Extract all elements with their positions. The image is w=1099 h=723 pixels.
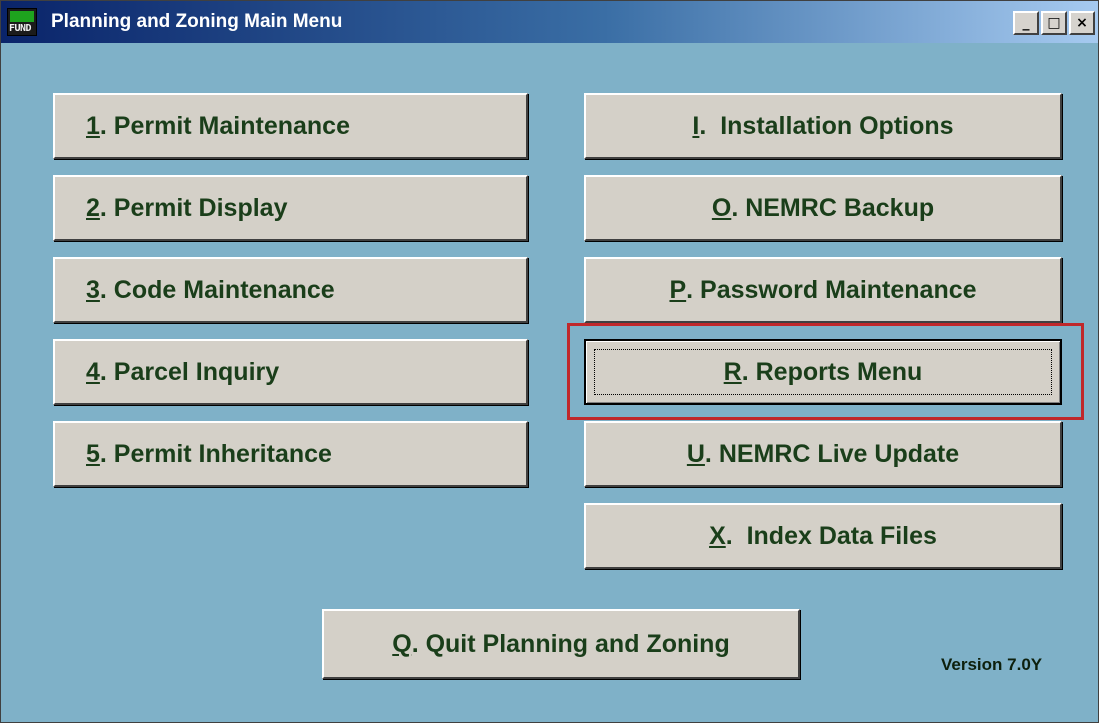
- button-label: . Password Maintenance: [686, 275, 977, 304]
- permit-display-button[interactable]: 2. Permit Display: [53, 175, 528, 241]
- app-icon-label: FUND: [9, 23, 32, 34]
- hotkey: I: [692, 111, 700, 140]
- installation-options-button[interactable]: I. Installation Options: [584, 93, 1062, 159]
- main-window: FUND Planning and Zoning Main Menu _ □ ×…: [0, 0, 1099, 723]
- button-label: . Quit Planning and Zoning: [411, 629, 730, 658]
- button-label: . Permit Display: [99, 193, 288, 222]
- code-maintenance-button[interactable]: 3. Code Maintenance: [53, 257, 528, 323]
- app-icon[interactable]: FUND: [7, 8, 37, 36]
- button-label: . Parcel Inquiry: [99, 357, 280, 386]
- maximize-button[interactable]: □: [1041, 11, 1067, 35]
- button-label: . Permit Maintenance: [99, 111, 350, 140]
- quit-button[interactable]: Q. Quit Planning and Zoning: [322, 609, 800, 679]
- hotkey: 3: [86, 275, 100, 304]
- version-label: Version 7.0Y: [941, 655, 1043, 674]
- button-label: . Code Maintenance: [99, 275, 335, 304]
- hotkey: 4: [86, 357, 100, 386]
- permit-maintenance-button[interactable]: 1. Permit Maintenance: [53, 93, 528, 159]
- permit-inheritance-button[interactable]: 5. Permit Inheritance: [53, 421, 528, 487]
- hotkey: 2: [86, 193, 100, 222]
- button-label: . Installation Options: [699, 111, 954, 140]
- minimize-button[interactable]: _: [1013, 11, 1039, 35]
- hotkey: P: [669, 275, 687, 304]
- parcel-inquiry-button[interactable]: 4. Parcel Inquiry: [53, 339, 528, 405]
- hotkey: Q: [392, 629, 412, 658]
- password-maintenance-button[interactable]: P. Password Maintenance: [584, 257, 1062, 323]
- button-label: . Permit Inheritance: [99, 439, 332, 468]
- hotkey: U: [686, 439, 705, 468]
- close-icon: ×: [1076, 15, 1088, 31]
- close-button[interactable]: ×: [1069, 11, 1095, 35]
- button-label: . NEMRC Live Update: [704, 439, 960, 468]
- button-label: . NEMRC Backup: [731, 193, 935, 222]
- index-data-files-button[interactable]: X. Index Data Files: [584, 503, 1062, 569]
- app-icon-logo: [10, 11, 34, 22]
- maximize-icon: □: [1047, 15, 1061, 31]
- hotkey: 1: [86, 111, 100, 140]
- nemrc-backup-button[interactable]: O. NEMRC Backup: [584, 175, 1062, 241]
- hotkey: X: [709, 521, 726, 550]
- button-label: . Index Data Files: [725, 521, 937, 550]
- minimize-icon: _: [1022, 15, 1030, 31]
- window-title: Planning and Zoning Main Menu: [51, 11, 343, 32]
- highlight-annotation: [567, 323, 1084, 420]
- title-bar[interactable]: FUND Planning and Zoning Main Menu _ □ ×: [1, 1, 1098, 43]
- nemrc-live-update-button[interactable]: U. NEMRC Live Update: [584, 421, 1062, 487]
- hotkey: O: [711, 193, 732, 222]
- hotkey: 5: [86, 439, 100, 468]
